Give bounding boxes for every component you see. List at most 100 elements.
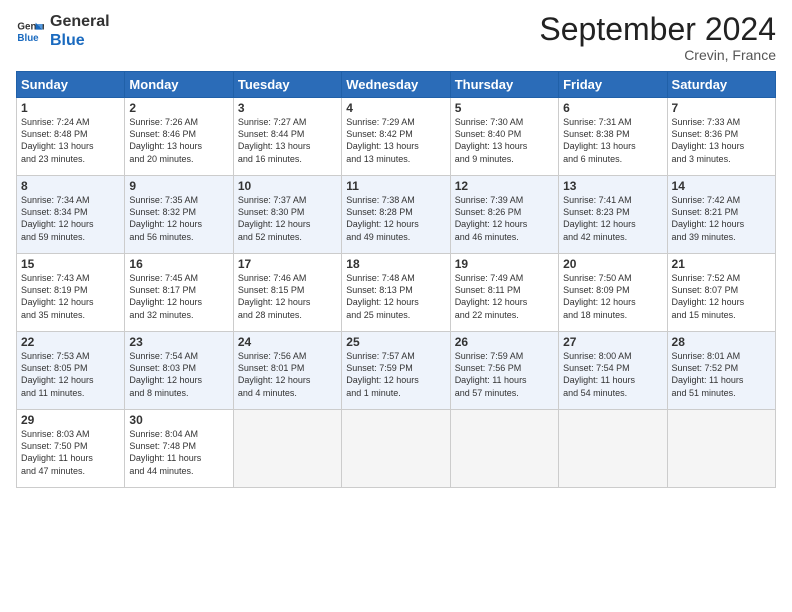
day-info: Sunrise: 7:45 AM Sunset: 8:17 PM Dayligh… <box>129 273 202 319</box>
table-cell: 11Sunrise: 7:38 AM Sunset: 8:28 PM Dayli… <box>342 176 450 254</box>
day-number: 15 <box>21 257 120 271</box>
table-cell: 1 Sunrise: 7:24 AM Sunset: 8:48 PM Daylig… <box>17 98 125 176</box>
table-cell: 8 Sunrise: 7:34 AM Sunset: 8:34 PM Daylig… <box>17 176 125 254</box>
day-number: 10 <box>238 179 337 193</box>
table-cell: 24 Sunrise: 7:56 AM Sunset: 8:01 PM Dayli… <box>233 332 341 410</box>
day-number: 22 <box>21 335 120 349</box>
day-number: 8 <box>21 179 120 193</box>
day-info: Sunrise: 7:39 AM Sunset: 8:26 PM Dayligh… <box>455 195 528 241</box>
day-info: Sunrise: 7:57 AM Sunset: 7:59 PM Dayligh… <box>346 351 419 397</box>
table-cell: 6 Sunrise: 7:31 AM Sunset: 8:38 PM Daylig… <box>559 98 667 176</box>
day-number: 28 <box>672 335 771 349</box>
day-number: 13 <box>563 179 662 193</box>
table-cell: 2 Sunrise: 7:26 AM Sunset: 8:46 PM Daylig… <box>125 98 233 176</box>
day-info: Sunrise: 7:50 AM Sunset: 8:09 PM Dayligh… <box>563 273 636 319</box>
col-monday: Monday <box>125 72 233 98</box>
day-info: Sunrise: 7:34 AM Sunset: 8:34 PM Dayligh… <box>21 195 94 241</box>
day-number: 3 <box>238 101 337 115</box>
day-info: Sunrise: 7:37 AM Sunset: 8:30 PM Dayligh… <box>238 195 311 241</box>
day-number: 16 <box>129 257 228 271</box>
day-number: 12 <box>455 179 554 193</box>
logo: General Blue General Blue <box>16 12 110 50</box>
table-cell: 14 Sunrise: 7:42 AM Sunset: 8:21 PM Dayli… <box>667 176 775 254</box>
day-number: 24 <box>238 335 337 349</box>
col-wednesday: Wednesday <box>342 72 450 98</box>
table-cell <box>342 410 450 488</box>
table-cell <box>559 410 667 488</box>
table-cell: 25 Sunrise: 7:57 AM Sunset: 7:59 PM Dayli… <box>342 332 450 410</box>
day-number: 23 <box>129 335 228 349</box>
logo-blue: Blue <box>50 31 110 50</box>
day-number: 4 <box>346 101 445 115</box>
table-cell: 28 Sunrise: 8:01 AM Sunset: 7:52 PM Dayli… <box>667 332 775 410</box>
day-number: 17 <box>238 257 337 271</box>
table-cell: 3 Sunrise: 7:27 AM Sunset: 8:44 PM Daylig… <box>233 98 341 176</box>
col-thursday: Thursday <box>450 72 558 98</box>
table-cell: 27 Sunrise: 8:00 AM Sunset: 7:54 PM Dayli… <box>559 332 667 410</box>
day-number: 2 <box>129 101 228 115</box>
day-info: Sunrise: 7:56 AM Sunset: 8:01 PM Dayligh… <box>238 351 311 397</box>
day-info: Sunrise: 7:30 AM Sunset: 8:40 PM Dayligh… <box>455 117 528 163</box>
day-info: Sunrise: 7:31 AM Sunset: 8:38 PM Dayligh… <box>563 117 636 163</box>
table-cell: 9 Sunrise: 7:35 AM Sunset: 8:32 PM Daylig… <box>125 176 233 254</box>
table-cell: 13Sunrise: 7:41 AM Sunset: 8:23 PM Dayli… <box>559 176 667 254</box>
calendar: Sunday Monday Tuesday Wednesday Thursday… <box>16 71 776 488</box>
day-number: 18 <box>346 257 445 271</box>
day-info: Sunrise: 7:48 AM Sunset: 8:13 PM Dayligh… <box>346 273 419 319</box>
col-saturday: Saturday <box>667 72 775 98</box>
day-number: 19 <box>455 257 554 271</box>
day-number: 9 <box>129 179 228 193</box>
table-cell: 22 Sunrise: 7:53 AM Sunset: 8:05 PM Dayli… <box>17 332 125 410</box>
day-info: Sunrise: 7:35 AM Sunset: 8:32 PM Dayligh… <box>129 195 202 241</box>
day-number: 14 <box>672 179 771 193</box>
month-title: September 2024 <box>539 12 776 47</box>
col-friday: Friday <box>559 72 667 98</box>
day-info: Sunrise: 7:49 AM Sunset: 8:11 PM Dayligh… <box>455 273 528 319</box>
day-number: 26 <box>455 335 554 349</box>
day-number: 27 <box>563 335 662 349</box>
day-number: 25 <box>346 335 445 349</box>
table-cell: 7Sunrise: 7:33 AM Sunset: 8:36 PM Daylig… <box>667 98 775 176</box>
day-info: Sunrise: 7:27 AM Sunset: 8:44 PM Dayligh… <box>238 117 311 163</box>
day-info: Sunrise: 8:00 AM Sunset: 7:54 PM Dayligh… <box>563 351 635 397</box>
day-number: 6 <box>563 101 662 115</box>
location: Crevin, France <box>539 47 776 63</box>
col-sunday: Sunday <box>17 72 125 98</box>
day-number: 7 <box>672 101 771 115</box>
svg-text:Blue: Blue <box>17 33 39 44</box>
day-number: 21 <box>672 257 771 271</box>
day-info: Sunrise: 8:04 AM Sunset: 7:48 PM Dayligh… <box>129 429 201 475</box>
day-number: 20 <box>563 257 662 271</box>
day-info: Sunrise: 7:29 AM Sunset: 8:42 PM Dayligh… <box>346 117 419 163</box>
table-cell: 12 Sunrise: 7:39 AM Sunset: 8:26 PM Dayli… <box>450 176 558 254</box>
page: General Blue General Blue September 2024… <box>0 0 792 612</box>
day-info: Sunrise: 7:38 AM Sunset: 8:28 PM Dayligh… <box>346 195 419 241</box>
day-info: Sunrise: 7:52 AM Sunset: 8:07 PM Dayligh… <box>672 273 745 319</box>
table-cell: 23 Sunrise: 7:54 AM Sunset: 8:03 PM Dayli… <box>125 332 233 410</box>
table-cell: 4 Sunrise: 7:29 AM Sunset: 8:42 PM Daylig… <box>342 98 450 176</box>
day-info: Sunrise: 8:01 AM Sunset: 7:52 PM Dayligh… <box>672 351 744 397</box>
table-cell <box>450 410 558 488</box>
header: General Blue General Blue September 2024… <box>16 12 776 63</box>
logo-general: General <box>50 12 110 31</box>
day-info: Sunrise: 8:03 AM Sunset: 7:50 PM Dayligh… <box>21 429 93 475</box>
day-info: Sunrise: 7:43 AM Sunset: 8:19 PM Dayligh… <box>21 273 94 319</box>
table-cell: 5Sunrise: 7:30 AM Sunset: 8:40 PM Daylig… <box>450 98 558 176</box>
logo-icon: General Blue <box>16 17 44 45</box>
table-cell: 30Sunrise: 8:04 AM Sunset: 7:48 PM Dayli… <box>125 410 233 488</box>
day-info: Sunrise: 7:42 AM Sunset: 8:21 PM Dayligh… <box>672 195 745 241</box>
day-number: 1 <box>21 101 120 115</box>
col-tuesday: Tuesday <box>233 72 341 98</box>
day-info: Sunrise: 7:46 AM Sunset: 8:15 PM Dayligh… <box>238 273 311 319</box>
table-cell: 29Sunrise: 8:03 AM Sunset: 7:50 PM Dayli… <box>17 410 125 488</box>
table-cell: 21 Sunrise: 7:52 AM Sunset: 8:07 PM Dayli… <box>667 254 775 332</box>
day-info: Sunrise: 7:54 AM Sunset: 8:03 PM Dayligh… <box>129 351 202 397</box>
day-info: Sunrise: 7:53 AM Sunset: 8:05 PM Dayligh… <box>21 351 94 397</box>
day-info: Sunrise: 7:24 AM Sunset: 8:48 PM Dayligh… <box>21 117 94 163</box>
day-info: Sunrise: 7:26 AM Sunset: 8:46 PM Dayligh… <box>129 117 202 163</box>
table-cell: 20 Sunrise: 7:50 AM Sunset: 8:09 PM Dayli… <box>559 254 667 332</box>
table-cell: 10 Sunrise: 7:37 AM Sunset: 8:30 PM Dayli… <box>233 176 341 254</box>
table-cell <box>667 410 775 488</box>
table-cell: 15 Sunrise: 7:43 AM Sunset: 8:19 PM Dayli… <box>17 254 125 332</box>
table-cell: 26Sunrise: 7:59 AM Sunset: 7:56 PM Dayli… <box>450 332 558 410</box>
